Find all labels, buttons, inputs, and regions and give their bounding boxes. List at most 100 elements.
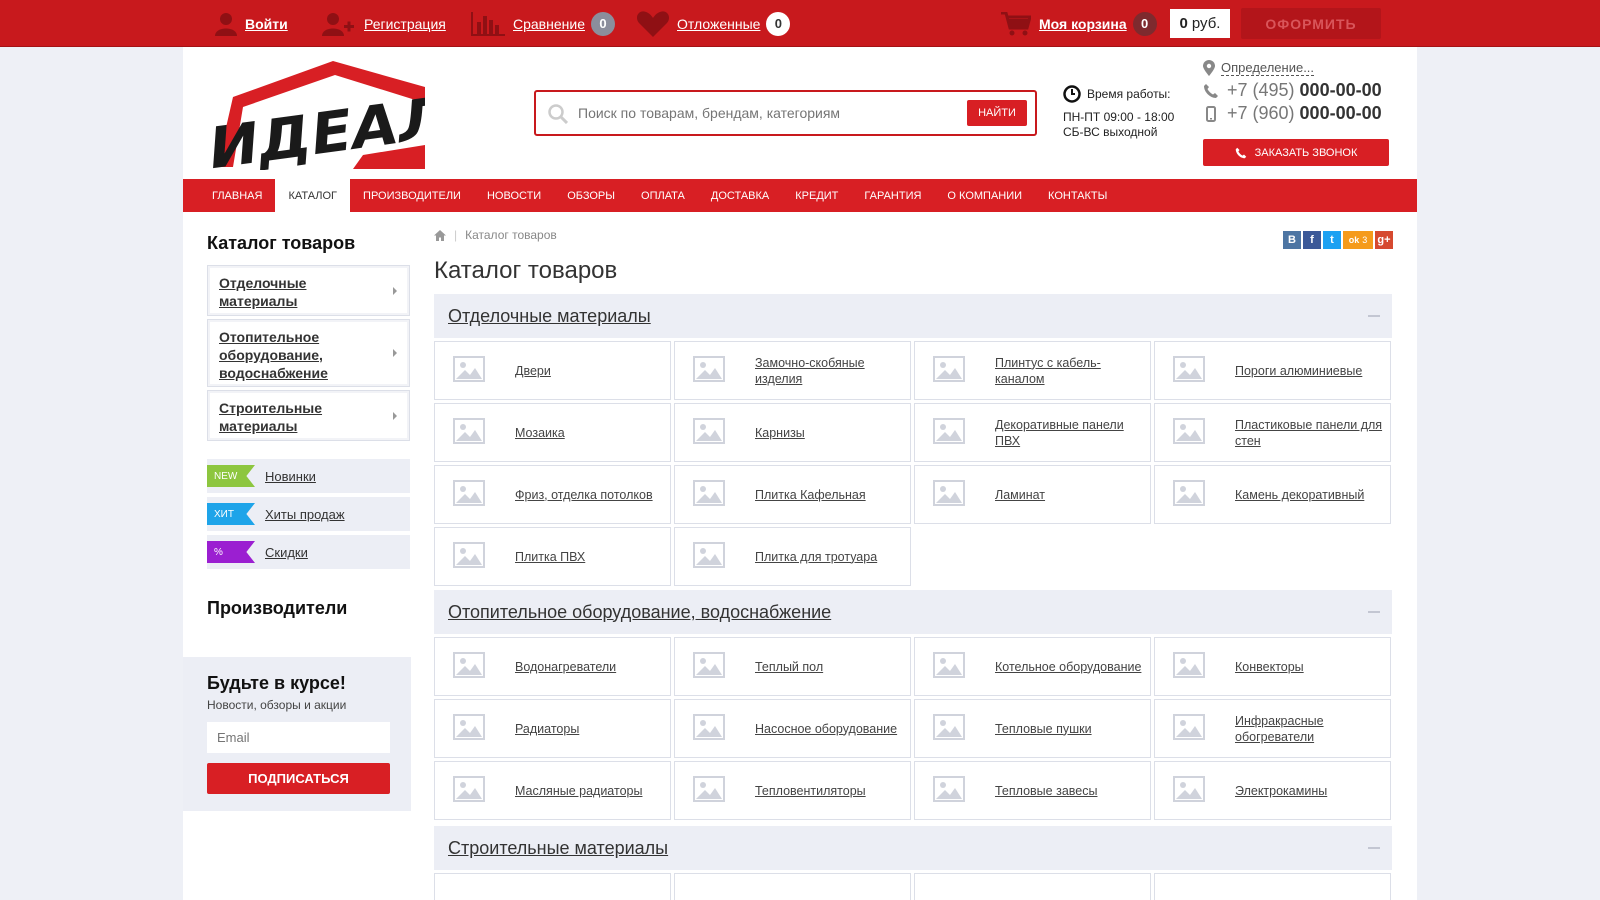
nav-item[interactable]: КОНТАКТЫ (1035, 179, 1120, 212)
category-card[interactable]: Электрокамины (1154, 761, 1391, 820)
nav-item[interactable]: ОПЛАТА (628, 179, 698, 212)
category-card[interactable]: Радиаторы (434, 699, 671, 758)
sidebar-bestsellers[interactable]: ХИТ Хиты продаж (207, 497, 410, 531)
subscribe-button[interactable]: ПОДПИСАТЬСЯ (207, 763, 390, 794)
sidebar-new-items[interactable]: NEW Новинки (207, 459, 410, 493)
category-card-label[interactable]: Тепловые завесы (995, 783, 1097, 799)
category-card[interactable]: Пороги алюминиевые (1154, 341, 1391, 400)
sidebar-category-label[interactable]: Строительные материалы (219, 400, 322, 434)
category-card-label[interactable]: Плитка для тротуара (755, 549, 877, 565)
category-card-label[interactable]: Мозаика (515, 425, 565, 441)
collapse-icon[interactable] (1368, 315, 1380, 317)
sidebar-discounts[interactable]: % Скидки (207, 535, 410, 569)
nav-item[interactable]: ГЛАВНАЯ (199, 179, 275, 212)
category-card-label[interactable]: Плитка Кафельная (755, 487, 866, 503)
bestsellers-label[interactable]: Хиты продаж (265, 507, 345, 522)
section-title[interactable]: Отделочные материалы (448, 306, 651, 327)
category-card-label[interactable]: Котельное оборудование (995, 659, 1141, 675)
nav-item[interactable]: ГАРАНТИЯ (851, 179, 934, 212)
nav-item[interactable]: ОБЗОРЫ (554, 179, 628, 212)
category-card-label[interactable]: Инфракрасные обогреватели (1235, 713, 1390, 745)
category-card[interactable]: Тепловентиляторы (674, 761, 911, 820)
callback-button[interactable]: ЗАКАЗАТЬ ЗВОНОК (1203, 139, 1389, 166)
google-plus-share-icon[interactable]: g+ (1375, 231, 1393, 249)
location-link[interactable]: Определение... (1203, 57, 1403, 79)
category-card-label[interactable]: Декоративные панели ПВХ (995, 417, 1150, 449)
section-title[interactable]: Отопительное оборудование, водоснабжение (448, 602, 831, 623)
section-header-construction[interactable]: Строительные материалы (434, 826, 1392, 870)
category-card-label[interactable]: Конвекторы (1235, 659, 1304, 675)
category-card[interactable]: Декоративные панели ПВХ (914, 403, 1151, 462)
category-card-label[interactable]: Замочно-скобяные изделия (755, 355, 910, 387)
nav-item[interactable]: ДОСТАВКА (698, 179, 782, 212)
collapse-icon[interactable] (1368, 847, 1380, 849)
cart-link[interactable]: Моя корзина 0 (1001, 0, 1157, 47)
cart-label[interactable]: Моя корзина (1039, 16, 1127, 32)
category-card[interactable]: Камень декоративный (1154, 465, 1391, 524)
discounts-label[interactable]: Скидки (265, 545, 308, 560)
category-card-label[interactable]: Теплый пол (755, 659, 823, 675)
login-label[interactable]: Войти (245, 16, 288, 32)
category-card[interactable]: Фриз, отделка потолков (434, 465, 671, 524)
nav-item[interactable]: КАТАЛОГ (275, 179, 351, 212)
search-input[interactable] (578, 102, 948, 124)
category-card[interactable]: Двери (434, 341, 671, 400)
category-card-label[interactable]: Двери (515, 363, 551, 379)
category-card-label[interactable]: Пластиковые панели для стен (1235, 417, 1390, 449)
category-card[interactable]: Карнизы (674, 403, 911, 462)
wishlist-label[interactable]: Отложенные (677, 16, 760, 32)
category-card-label[interactable]: Насосное оборудование (755, 721, 897, 737)
category-card[interactable]: Мозаика (434, 403, 671, 462)
category-card-label[interactable]: Тепловентиляторы (755, 783, 866, 799)
odnoklassniki-share-icon[interactable]: ok 3 (1343, 231, 1373, 249)
category-card-label[interactable]: Плинтус с кабель-каналом (995, 355, 1150, 387)
phone-1[interactable]: +7 (495) 000-00-00 (1203, 79, 1403, 102)
category-card[interactable]: Теплый пол (674, 637, 911, 696)
nav-item[interactable]: НОВОСТИ (474, 179, 554, 212)
category-card[interactable]: Водонагреватели (434, 637, 671, 696)
checkout-button[interactable]: ОФОРМИТЬ (1241, 8, 1381, 39)
category-card[interactable]: Конвекторы (1154, 637, 1391, 696)
vk-share-icon[interactable]: В (1283, 231, 1301, 249)
compare-link[interactable]: Сравнение 0 (471, 0, 615, 47)
category-card-label[interactable]: Плитка ПВХ (515, 549, 585, 565)
category-card[interactable]: Замочно-скобяные изделия (674, 341, 911, 400)
logo[interactable]: ИДЕАЛ (207, 57, 449, 183)
section-header-heating[interactable]: Отопительное оборудование, водоснабжение (434, 590, 1392, 634)
category-card[interactable]: Плитка для тротуара (674, 527, 911, 586)
category-card[interactable]: Плитка ПВХ (434, 527, 671, 586)
category-card[interactable]: Инфракрасные обогреватели (1154, 699, 1391, 758)
nav-item[interactable]: КРЕДИТ (782, 179, 851, 212)
facebook-share-icon[interactable]: f (1303, 231, 1321, 249)
sidebar-category-label[interactable]: Отделочные материалы (219, 275, 306, 309)
category-card[interactable]: Насосное оборудование (674, 699, 911, 758)
category-card[interactable]: Котельное оборудование (914, 637, 1151, 696)
category-card[interactable]: Пластиковые панели для стен (1154, 403, 1391, 462)
sidebar-category-finishing[interactable]: Отделочные материалы (207, 265, 410, 316)
nav-item[interactable]: ПРОИЗВОДИТЕЛИ (350, 179, 474, 212)
wishlist-link[interactable]: Отложенные 0 (637, 0, 791, 47)
search-button[interactable]: НАЙТИ (967, 100, 1027, 126)
register-label[interactable]: Регистрация (364, 16, 446, 32)
register-link[interactable]: Регистрация (322, 0, 446, 47)
collapse-icon[interactable] (1368, 611, 1380, 613)
category-card-label[interactable]: Водонагреватели (515, 659, 616, 675)
section-title[interactable]: Строительные материалы (448, 838, 668, 859)
category-card-label[interactable]: Масляные радиаторы (515, 783, 642, 799)
category-card[interactable]: Ламинат (914, 465, 1151, 524)
category-card-label[interactable]: Камень декоративный (1235, 487, 1364, 503)
category-card-label[interactable]: Электрокамины (1235, 783, 1327, 799)
sidebar-category-construction[interactable]: Строительные материалы (207, 390, 410, 441)
category-card[interactable]: Масляные радиаторы (434, 761, 671, 820)
phone-2[interactable]: +7 (960) 000-00-00 (1203, 102, 1403, 125)
category-card[interactable]: Тепловые завесы (914, 761, 1151, 820)
category-card-label[interactable]: Карнизы (755, 425, 805, 441)
sidebar-category-label[interactable]: Отопительное оборудование, водоснабжение (219, 329, 328, 381)
category-card-label[interactable]: Фриз, отделка потолков (515, 487, 653, 503)
category-card[interactable]: Тепловые пушки (914, 699, 1151, 758)
nav-item[interactable]: О КОМПАНИИ (934, 179, 1035, 212)
sidebar-category-heating[interactable]: Отопительное оборудование, водоснабжение (207, 319, 410, 387)
category-card-label[interactable]: Радиаторы (515, 721, 579, 737)
category-card-label[interactable]: Тепловые пушки (995, 721, 1092, 737)
location-label[interactable]: Определение... (1221, 60, 1315, 76)
